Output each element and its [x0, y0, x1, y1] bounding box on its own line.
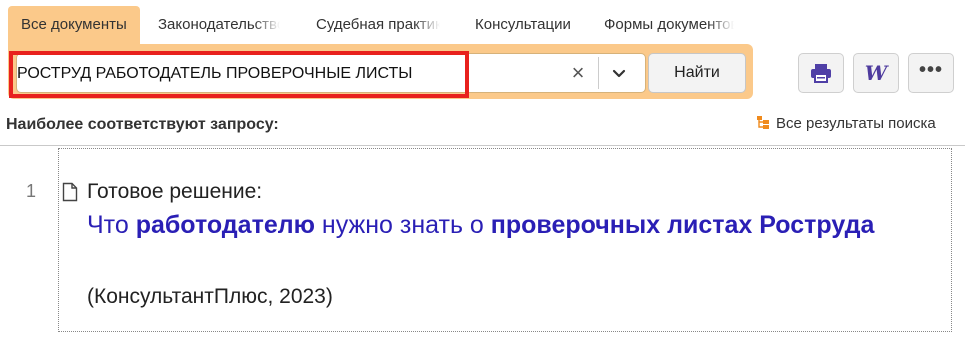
title-part-highlight: работодателю [135, 211, 315, 239]
result-type: Готовое решение: [87, 180, 263, 203]
chevron-down-icon[interactable] [607, 61, 631, 85]
tab-consultations[interactable]: Консультации [475, 6, 585, 44]
all-results-label: Все результаты поиска [776, 115, 936, 132]
results-divider [0, 145, 965, 146]
tab-all-documents[interactable]: Все документы [8, 6, 140, 44]
export-word-button[interactable]: W [853, 53, 899, 93]
clear-search-icon[interactable]: × [566, 61, 590, 85]
printer-icon [811, 64, 831, 83]
more-dots-icon: ••• [918, 59, 943, 81]
document-icon [62, 182, 78, 207]
tree-results-icon [756, 115, 770, 134]
search-divider [598, 57, 599, 89]
tab-document-forms[interactable]: Формы документов [604, 6, 734, 44]
tab-label: Консультации [475, 16, 571, 33]
result-title-link[interactable]: Что работодателю нужно знать о проверочн… [87, 208, 887, 242]
tab-label: Все документы [21, 16, 127, 33]
result-source: (КонсультантПлюс, 2023) [87, 285, 333, 308]
title-part: нужно знать о [314, 211, 491, 239]
tab-fade [254, 6, 280, 44]
result-number: 1 [26, 181, 37, 201]
title-part-highlight: проверочных листах Роструда [490, 211, 875, 239]
tab-legislation[interactable]: Законодательство [158, 6, 280, 44]
find-button[interactable]: Найти [648, 53, 746, 93]
title-part: Что [87, 211, 136, 239]
tab-court-practice[interactable]: Судебная практика [316, 6, 440, 44]
print-button[interactable] [798, 53, 844, 93]
results-header: Наиболее соответствуют запросу: [6, 116, 279, 133]
tab-bar: Все документы Законодательство Судебная … [0, 0, 965, 44]
word-export-icon: W [864, 61, 888, 85]
tab-fade [414, 6, 440, 44]
all-results-link[interactable]: Все результаты поиска [756, 115, 936, 134]
search-input[interactable] [17, 57, 457, 91]
tab-fade [708, 6, 734, 44]
more-button[interactable]: ••• [908, 53, 954, 93]
